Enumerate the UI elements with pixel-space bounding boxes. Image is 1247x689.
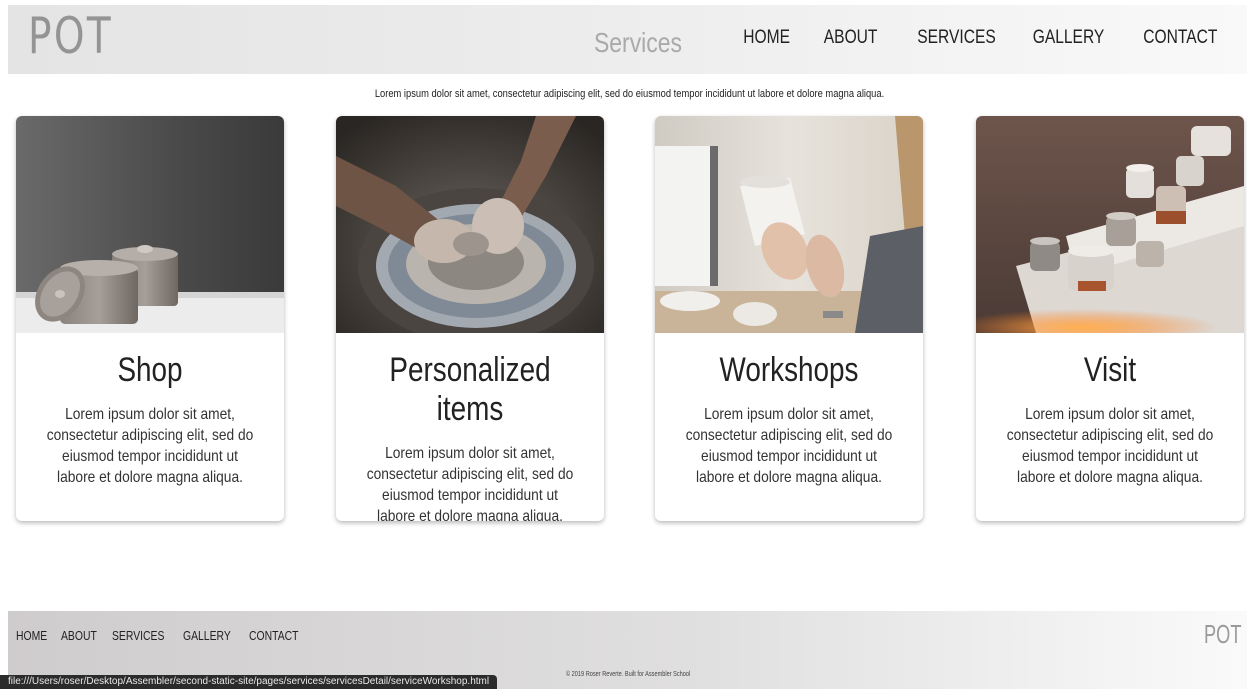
site-logo[interactable]: POT xyxy=(28,7,113,65)
card-description: Lorem ipsum dolor sit amet, consectetur … xyxy=(46,406,254,486)
site-header: POT Services HOME ABOUT SERVICES GALLERY… xyxy=(8,5,1247,74)
footer-contact-link[interactable]: CONTACT xyxy=(249,628,299,643)
footer-services-link[interactable]: SERVICES xyxy=(112,628,164,643)
footer-about-link[interactable]: ABOUT xyxy=(61,628,97,643)
personalized-items-image xyxy=(336,116,604,333)
intro-text: Lorem ipsum dolor sit amet, consectetur … xyxy=(374,88,885,100)
card-description: Lorem ipsum dolor sit amet, consectetur … xyxy=(1006,406,1214,486)
footer-gallery-link[interactable]: GALLERY xyxy=(183,628,231,643)
shop-image xyxy=(16,116,284,333)
nav-contact-link[interactable]: CONTACT xyxy=(1143,27,1217,49)
footer-logo[interactable]: POT xyxy=(1204,619,1241,650)
card-title: Workshops xyxy=(719,351,859,389)
service-cards: Shop Lorem ipsum dolor sit amet, consect… xyxy=(16,116,1244,521)
page-title: Services xyxy=(593,27,683,58)
footer-home-link[interactable]: HOME xyxy=(16,628,47,643)
nav-services-link[interactable]: SERVICES xyxy=(917,27,996,49)
service-card-visit[interactable]: Visit Lorem ipsum dolor sit amet, consec… xyxy=(976,116,1244,521)
card-title: Shop xyxy=(117,351,183,389)
nav-about-link[interactable]: ABOUT xyxy=(824,27,878,49)
copyright-text: © 2019 Roser Reverte. Built for Assemble… xyxy=(566,671,691,678)
workshops-image xyxy=(655,116,923,333)
card-title: Visit xyxy=(1083,351,1137,389)
card-description: Lorem ipsum dolor sit amet, consectetur … xyxy=(685,406,893,486)
service-card-workshops[interactable]: Workshops Lorem ipsum dolor sit amet, co… xyxy=(655,116,923,521)
visit-image xyxy=(976,116,1244,333)
footer-nav: HOME ABOUT SERVICES GALLERY CONTACT xyxy=(16,628,317,643)
card-title: Personalized items xyxy=(389,351,551,428)
link-status-bar: file:///Users/roser/Desktop/Assembler/se… xyxy=(0,675,498,689)
nav-home-link[interactable]: HOME xyxy=(743,27,790,49)
logo-text: POT xyxy=(28,7,114,65)
service-card-shop[interactable]: Shop Lorem ipsum dolor sit amet, consect… xyxy=(16,116,284,521)
service-card-personalized-items[interactable]: Personalized items Lorem ipsum dolor sit… xyxy=(336,116,604,521)
nav-gallery-link[interactable]: GALLERY xyxy=(1033,27,1105,49)
main-nav: HOME ABOUT SERVICES GALLERY CONTACT xyxy=(711,27,1217,49)
card-description: Lorem ipsum dolor sit amet, consectetur … xyxy=(366,445,574,521)
